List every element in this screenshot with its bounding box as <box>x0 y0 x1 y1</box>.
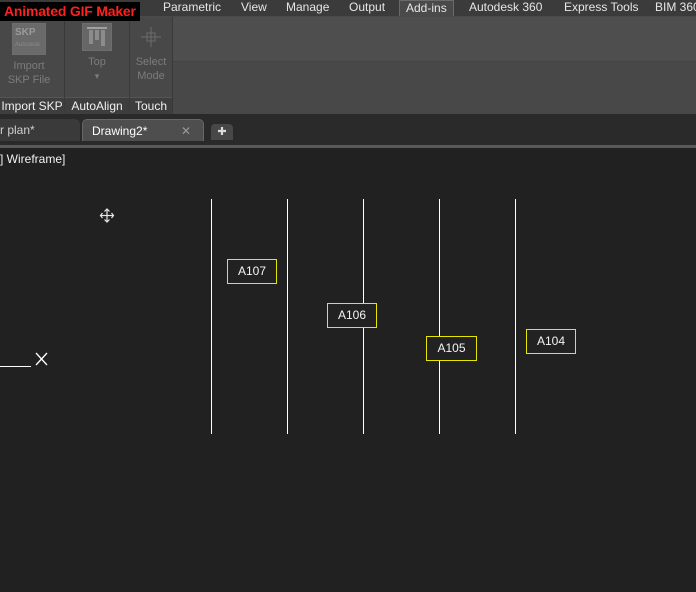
align-top-icon <box>82 23 112 51</box>
tab-floor-plan-label: r plan* <box>0 123 35 137</box>
skp-icon-subtext: Autodesk <box>15 42 41 48</box>
panel-autoalign: Top ▾ AutoAlign <box>65 17 130 114</box>
tab-express-tools[interactable]: Express Tools <box>564 0 638 16</box>
tab-view[interactable]: View <box>241 0 267 16</box>
pan-cursor-icon <box>99 208 115 223</box>
tab-bim-360[interactable]: BIM 360 <box>655 0 696 16</box>
tab-output[interactable]: Output <box>349 0 385 16</box>
tab-drawing2[interactable]: Drawing2* ✕ <box>82 119 204 141</box>
chevron-down-icon: ▾ <box>94 71 100 81</box>
tab-manage[interactable]: Manage <box>286 0 329 16</box>
ribbon-empty-area <box>172 17 696 62</box>
gif-maker-watermark: Animated GIF Maker <box>0 2 140 21</box>
new-tab-button[interactable]: ✚ <box>211 124 233 140</box>
import-skp-button[interactable]: SKP Autodesk Import SKP File <box>0 23 58 87</box>
close-icon[interactable]: ✕ <box>181 120 191 142</box>
room-tag-a106[interactable]: A106 <box>327 303 377 328</box>
room-tag-a105[interactable]: A105 <box>426 336 477 361</box>
select-mode-icon <box>136 23 166 51</box>
tab-add-ins[interactable]: Add-ins <box>399 0 454 16</box>
skp-file-icon: SKP Autodesk <box>12 23 46 55</box>
panel-title-import-skp: Import SKP <box>0 97 64 114</box>
panel-title-touch: Touch <box>130 97 172 114</box>
ribbon-panel-area: SKP Autodesk Import SKP File Import SKP … <box>0 17 696 114</box>
select-mode-line2: Mode <box>137 70 165 82</box>
drawing-canvas[interactable] <box>0 147 696 592</box>
select-mode-line1: Select <box>135 56 167 68</box>
room-tag-a107[interactable]: A107 <box>227 259 277 284</box>
document-tab-bar: r plan* Drawing2* ✕ ✚ <box>0 114 696 148</box>
panel-title-autoalign: AutoAlign <box>65 97 129 114</box>
autoalign-top-button[interactable]: Top ▾ <box>79 23 115 83</box>
tab-floor-plan[interactable]: r plan* <box>0 119 80 141</box>
import-skp-button-line1: Import <box>13 60 45 72</box>
panel-import-skp: SKP Autodesk Import SKP File Import SKP <box>0 17 65 114</box>
room-tag-a104[interactable]: A104 <box>526 329 576 354</box>
tab-autodesk-360[interactable]: Autodesk 360 <box>469 0 542 16</box>
select-mode-button[interactable]: Select Mode <box>132 23 170 83</box>
autoalign-top-label: Top <box>88 56 106 68</box>
panel-touch: Select Mode Touch <box>130 17 173 114</box>
ucs-x-marker-icon <box>35 352 48 366</box>
tab-drawing2-label: Drawing2* <box>92 124 148 138</box>
import-skp-button-line2: SKP File <box>7 74 51 86</box>
plus-icon: ✚ <box>217 126 227 138</box>
ribbon-tab-bar: Animated GIF Maker Parametric View Manag… <box>0 0 696 21</box>
tab-parametric[interactable]: Parametric <box>163 0 221 16</box>
